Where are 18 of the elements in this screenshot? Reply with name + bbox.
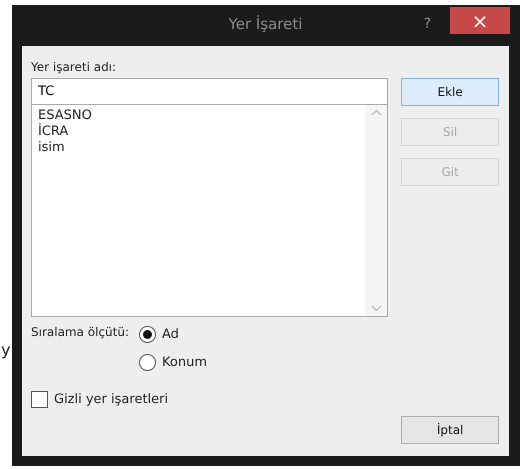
close-button[interactable]: × <box>450 7 510 34</box>
radio-button[interactable] <box>139 326 156 344</box>
dialog-button[interactable]: Ekle <box>401 78 499 106</box>
cancel-button[interactable]: İptal <box>401 416 499 444</box>
checkbox-label[interactable]: Gizli yer işaretleri <box>54 390 168 410</box>
radio-button[interactable] <box>139 354 156 371</box>
background-text: y <box>1 339 10 361</box>
field-label: Yer işareti adı: <box>31 60 118 74</box>
list-item[interactable]: İCRA <box>38 124 68 140</box>
checkbox[interactable] <box>31 391 48 408</box>
list-item[interactable]: ESASNO <box>38 108 92 124</box>
radio-label[interactable]: Konum <box>162 352 207 372</box>
list-item[interactable]: isim <box>38 140 65 156</box>
window-title: Yer İşareti <box>228 15 302 33</box>
input-field[interactable]: TC <box>31 78 388 105</box>
radio-label[interactable]: Ad <box>162 325 179 344</box>
help-button[interactable]: ? <box>424 14 431 35</box>
sort-label: Sıralama ölçütü: <box>31 325 130 341</box>
